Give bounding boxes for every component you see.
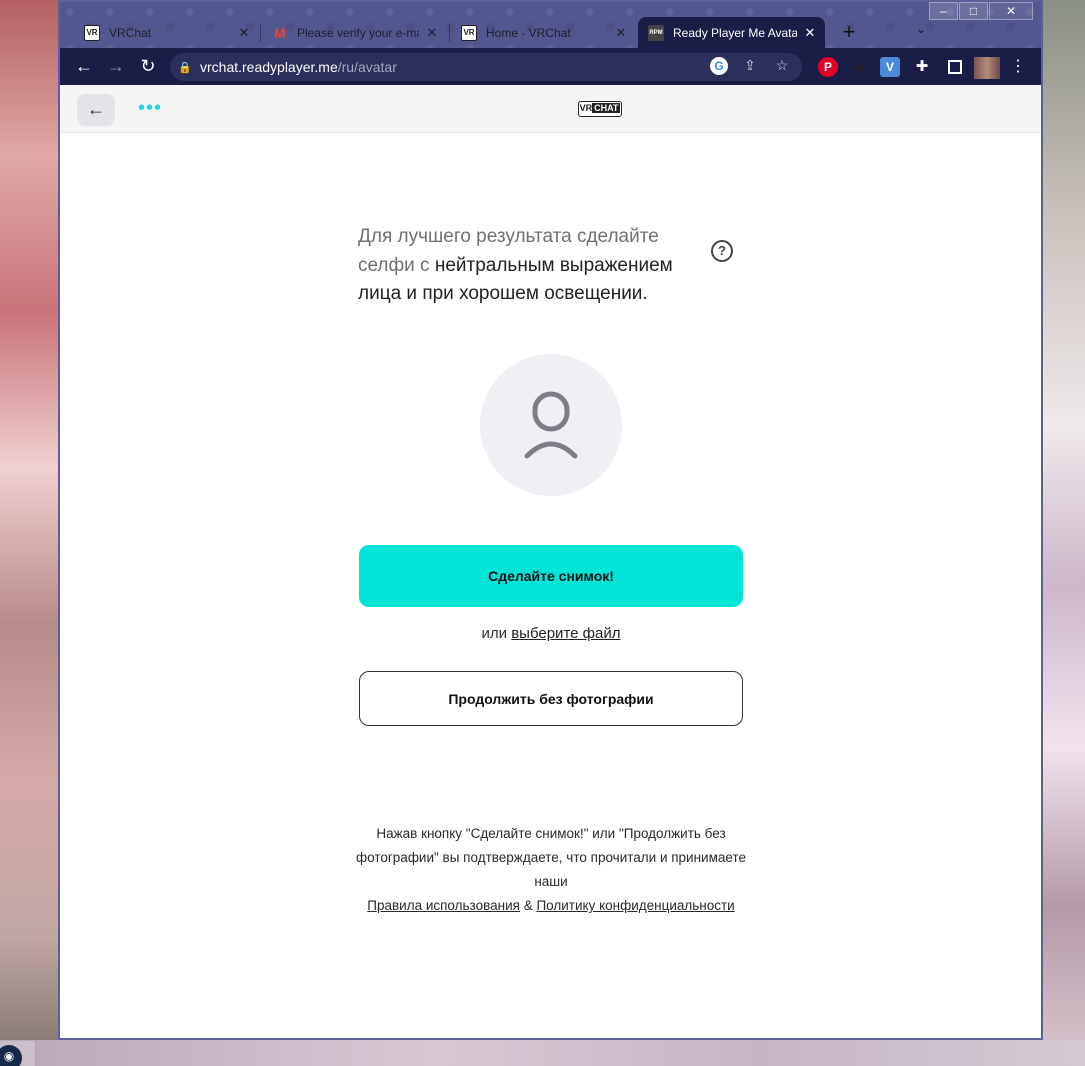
tab-title: VRChat (109, 25, 152, 40)
user-silhouette-icon (524, 391, 578, 459)
forward-arrow-icon[interactable]: → (104, 55, 128, 79)
close-tab-icon[interactable]: ✕ (425, 25, 439, 41)
browser-toolbar: ← → ↻ 🔒 vrchat.readyplayer.me/ru/avatar … (60, 48, 1041, 85)
terms-link[interactable]: Правила использования (367, 898, 520, 913)
browser-window: – □ ✕ VR VRChat ✕ M Please verify your e… (58, 0, 1043, 1040)
tab-home-vrchat[interactable]: VR Home - VRChat ✕ (451, 17, 636, 48)
share-icon[interactable]: ⇪ (740, 57, 760, 75)
taskbar-steam-button[interactable]: ◉ (0, 1041, 36, 1066)
logo-chat-text: CHAT (592, 103, 621, 113)
url-path: /ru/avatar (337, 59, 397, 75)
url-host: vrchat.readyplayer.me (200, 59, 338, 75)
desktop-wallpaper-right (1043, 0, 1085, 1066)
tab-separator (449, 24, 450, 42)
tab-ready-player-me[interactable]: RPM Ready Player Me Avatar ✕ (638, 17, 825, 48)
logo-vr-text: VR (579, 103, 593, 113)
legal-text: Нажав кнопку "Сделайте снимок!" или "Про… (356, 826, 746, 889)
privacy-link[interactable]: Политику конфиденциальности (536, 898, 734, 913)
take-photo-button[interactable]: Сделайте снимок! (359, 545, 743, 607)
tab-title: Ready Player Me Avatar (673, 25, 797, 40)
taskbar (0, 1040, 1085, 1066)
close-tab-icon[interactable]: ✕ (803, 25, 817, 41)
help-question-icon[interactable]: ? (711, 240, 733, 262)
address-bar[interactable]: 🔒 vrchat.readyplayer.me/ru/avatar G ⇪ ☆ (170, 53, 802, 81)
desktop-wallpaper-left (0, 0, 58, 1040)
side-panel-icon[interactable] (948, 60, 962, 74)
tab-title: Please verify your e-mail (297, 25, 419, 40)
extensions-puzzle-icon[interactable]: ✚ (912, 57, 932, 77)
maximize-icon[interactable]: □ (959, 2, 988, 20)
choose-file-link[interactable]: выберите файл (511, 625, 620, 642)
vrchat-logo: VR CHAT (578, 101, 622, 117)
page-back-button[interactable]: ← (77, 94, 115, 126)
tab-title: Home - VRChat (486, 25, 571, 40)
vrchat-icon: VR (461, 24, 477, 41)
tab-vrchat[interactable]: VR VRChat ✕ (74, 17, 259, 48)
readyplayerme-icon: RPM (648, 24, 664, 41)
back-arrow-icon[interactable]: ← (72, 55, 96, 79)
vrchat-icon: VR (84, 24, 100, 41)
close-tab-icon[interactable]: ✕ (237, 25, 251, 41)
kebab-menu-icon[interactable]: ⋮ (1010, 56, 1026, 76)
close-window-icon[interactable]: ✕ (989, 2, 1033, 20)
google-icon[interactable]: G (710, 57, 728, 75)
address-bar-actions: G ⇪ ☆ (710, 57, 792, 75)
page-header: ← ••• VR CHAT (60, 85, 1041, 133)
tab-search-icon[interactable]: ⌄ (916, 22, 926, 36)
more-dots-icon[interactable]: ••• (138, 97, 162, 120)
new-tab-icon[interactable]: + (836, 20, 862, 46)
or-text: или (481, 625, 512, 642)
tab-gmail[interactable]: M Please verify your e-mail ✕ (262, 17, 447, 48)
window-controls: – □ ✕ (928, 2, 1033, 22)
amp-text: & (519, 898, 537, 913)
reload-icon[interactable]: ↻ (136, 55, 160, 79)
tab-separator (260, 24, 261, 42)
bookmark-star-icon[interactable]: ☆ (772, 57, 792, 75)
pinterest-icon[interactable]: P (818, 57, 838, 77)
legal-notice: Нажав кнопку "Сделайте снимок!" или "Про… (355, 822, 747, 918)
selfie-instructions: Для лучшего результата сделайте селфи с … (358, 223, 703, 309)
steam-icon: ◉ (0, 1045, 22, 1066)
minimize-icon[interactable]: – (929, 2, 958, 20)
tab-strip: – □ ✕ VR VRChat ✕ M Please verify your e… (60, 2, 1041, 48)
extension-v-icon[interactable]: V (880, 57, 900, 77)
profile-avatar[interactable] (974, 57, 1000, 79)
page-content: Для лучшего результата сделайте селфи с … (60, 133, 1041, 1038)
close-tab-icon[interactable]: ✕ (614, 25, 628, 41)
speaker-icon[interactable]: ◀ (848, 57, 868, 77)
or-choose-file: или выберите файл (359, 625, 743, 642)
gmail-icon: M (274, 24, 286, 41)
lock-icon: 🔒 (178, 61, 192, 74)
continue-without-photo-button[interactable]: Продолжить без фотографии (359, 671, 743, 726)
avatar-placeholder (480, 354, 622, 496)
